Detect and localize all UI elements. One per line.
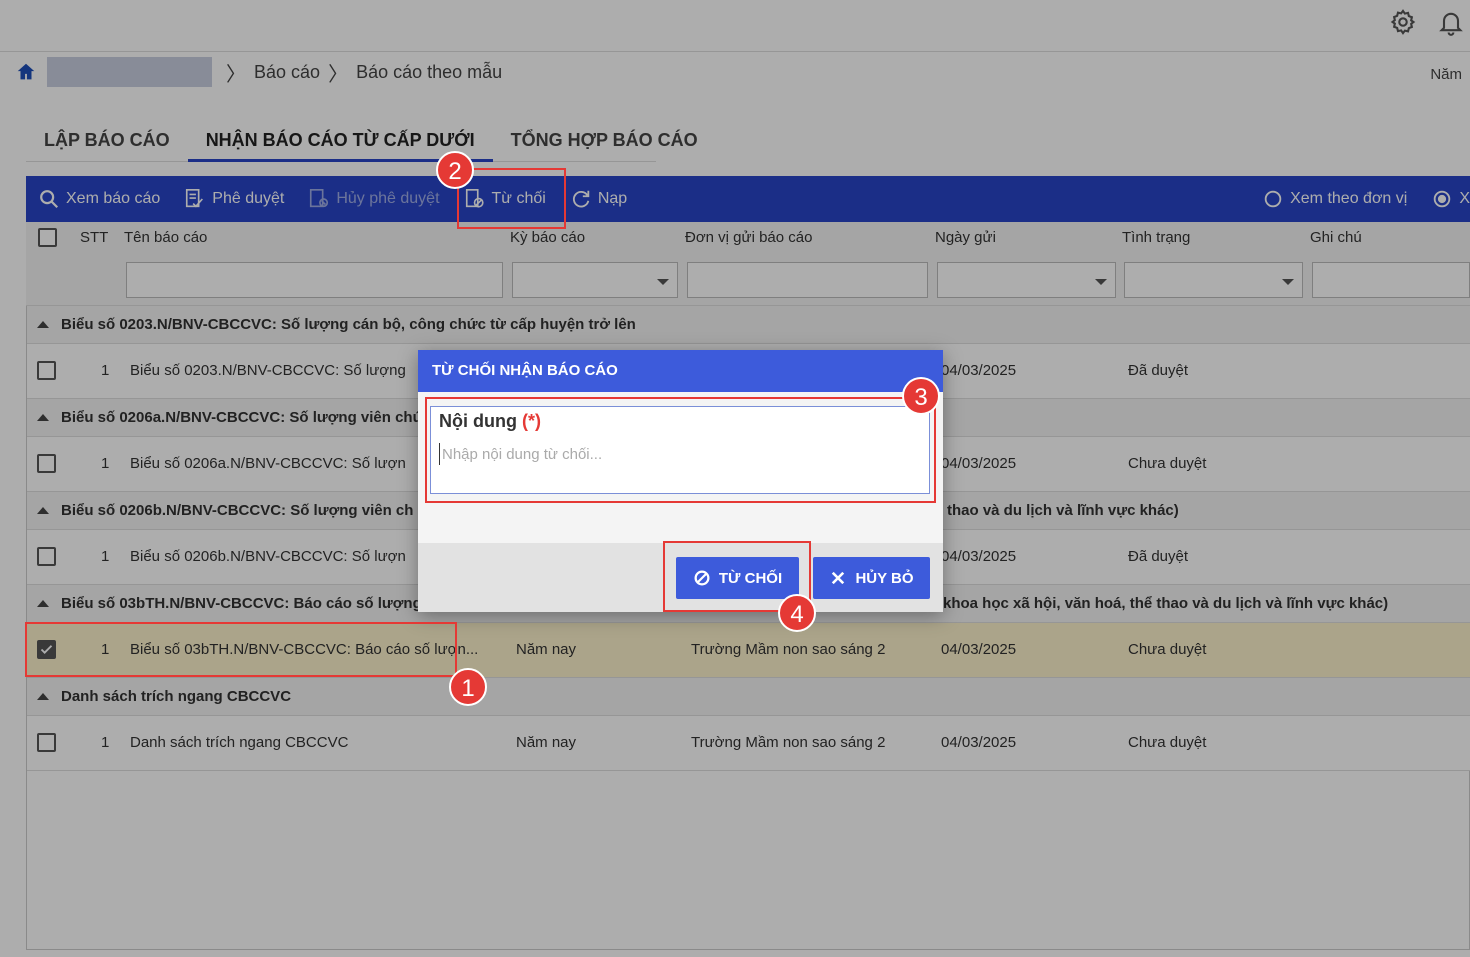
highlight-box-3 bbox=[425, 397, 936, 503]
highlight-box-1 bbox=[25, 622, 457, 677]
dialog-title: TỪ CHỐI NHẬN BÁO CÁO bbox=[418, 350, 943, 392]
step-badge-2: 2 bbox=[436, 151, 474, 189]
cancel-dialog-button[interactable]: HỦY BỎ bbox=[813, 557, 930, 599]
step-badge-3: 3 bbox=[902, 377, 940, 415]
step-badge-1: 1 bbox=[449, 668, 487, 706]
highlight-box-2 bbox=[457, 168, 566, 229]
close-icon bbox=[832, 571, 845, 585]
step-badge-4: 4 bbox=[778, 594, 816, 632]
